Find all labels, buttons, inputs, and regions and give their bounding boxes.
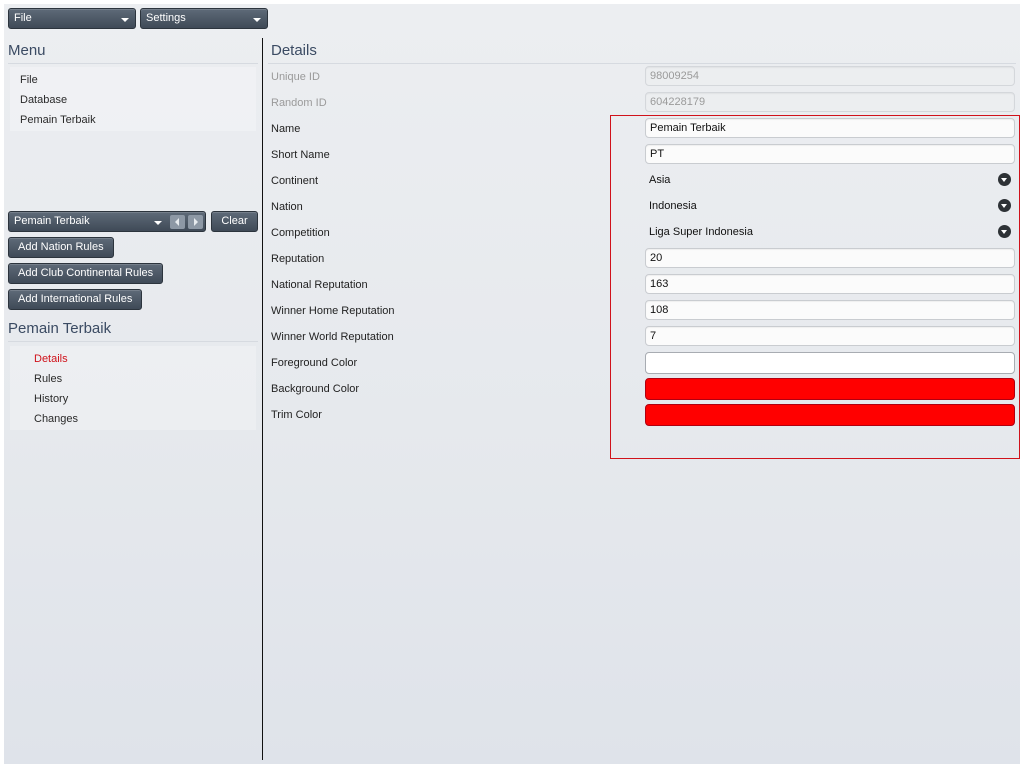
chevron-down-icon: [121, 18, 129, 22]
nav-rules[interactable]: Rules: [34, 373, 62, 385]
rules-selector-dropdown[interactable]: Pemain Terbaik: [8, 211, 206, 232]
name-field[interactable]: Pemain Terbaik: [645, 118, 1015, 138]
menu-item-database[interactable]: Database: [20, 94, 67, 106]
name-label: Name: [271, 123, 301, 135]
continent-label: Continent: [271, 175, 319, 187]
settings-dropdown[interactable]: Settings: [140, 8, 268, 29]
arrow-right-icon: [194, 218, 198, 226]
nation-label: Nation: [271, 201, 303, 213]
foreground-color-label: Foreground Color: [271, 357, 358, 369]
short-name-label: Short Name: [271, 149, 330, 161]
random-id-label: Random ID: [271, 97, 327, 109]
continent-value: Asia: [649, 174, 671, 186]
unique-id-field: 98009254: [645, 66, 1015, 86]
short-name-field[interactable]: PT: [645, 144, 1015, 164]
details-divider: [268, 63, 1016, 64]
background-color-swatch[interactable]: [645, 378, 1015, 400]
dropdown-circle-icon: [998, 225, 1011, 238]
award-title: Pemain Terbaik: [8, 320, 112, 337]
competition-value: Liga Super Indonesia: [649, 226, 753, 238]
app-window: File Settings Menu File Database Pemain …: [4, 4, 1020, 764]
add-nation-rules-button[interactable]: Add Nation Rules: [8, 237, 114, 258]
nav-history[interactable]: History: [34, 393, 68, 405]
menu-divider: [8, 63, 258, 64]
competition-select[interactable]: Liga Super Indonesia: [645, 222, 1015, 242]
add-international-rules-button[interactable]: Add International Rules: [8, 289, 143, 310]
nav-changes[interactable]: Changes: [34, 413, 78, 425]
previous-button[interactable]: [170, 215, 185, 229]
award-nav: Details Rules History Changes: [10, 346, 256, 430]
nation-value: Indonesia: [649, 200, 697, 212]
award-divider: [8, 341, 258, 342]
foreground-color-swatch[interactable]: [645, 352, 1015, 374]
menu-list: File Database Pemain Terbaik: [10, 67, 256, 131]
menu-item-pemain-terbaik[interactable]: Pemain Terbaik: [20, 114, 96, 126]
national-reputation-field[interactable]: 163: [645, 274, 1015, 294]
clear-button[interactable]: Clear: [211, 211, 258, 232]
panel-separator: [262, 38, 263, 760]
national-reputation-label: National Reputation: [271, 279, 368, 291]
winner-world-reputation-field[interactable]: 7: [645, 326, 1015, 346]
nation-select[interactable]: Indonesia: [645, 196, 1015, 216]
arrow-left-icon: [175, 218, 179, 226]
chevron-down-icon: [253, 18, 261, 22]
reputation-field[interactable]: 20: [645, 248, 1015, 268]
unique-id-label: Unique ID: [271, 71, 320, 83]
details-title: Details: [271, 42, 317, 59]
chevron-down-icon: [154, 221, 162, 225]
nav-details[interactable]: Details: [34, 353, 68, 365]
trim-color-label: Trim Color: [271, 409, 322, 421]
competition-label: Competition: [271, 227, 330, 239]
winner-home-reputation-field[interactable]: 108: [645, 300, 1015, 320]
add-club-continental-rules-button[interactable]: Add Club Continental Rules: [8, 263, 164, 284]
dropdown-circle-icon: [998, 199, 1011, 212]
continent-select[interactable]: Asia: [645, 170, 1015, 190]
background-color-label: Background Color: [271, 383, 360, 395]
menu-item-file[interactable]: File: [20, 74, 38, 86]
random-id-field: 604228179: [645, 92, 1015, 112]
file-dropdown[interactable]: File: [8, 8, 136, 29]
reputation-label: Reputation: [271, 253, 325, 265]
trim-color-swatch[interactable]: [645, 404, 1015, 426]
menu-title: Menu: [8, 42, 46, 59]
winner-world-reputation-label: Winner World Reputation: [271, 331, 394, 343]
winner-home-reputation-label: Winner Home Reputation: [271, 305, 395, 317]
rules-selector-value: Pemain Terbaik: [14, 215, 90, 227]
dropdown-circle-icon: [998, 173, 1011, 186]
file-dropdown-label: File: [14, 12, 32, 24]
next-button[interactable]: [188, 215, 203, 229]
settings-dropdown-label: Settings: [146, 12, 186, 24]
